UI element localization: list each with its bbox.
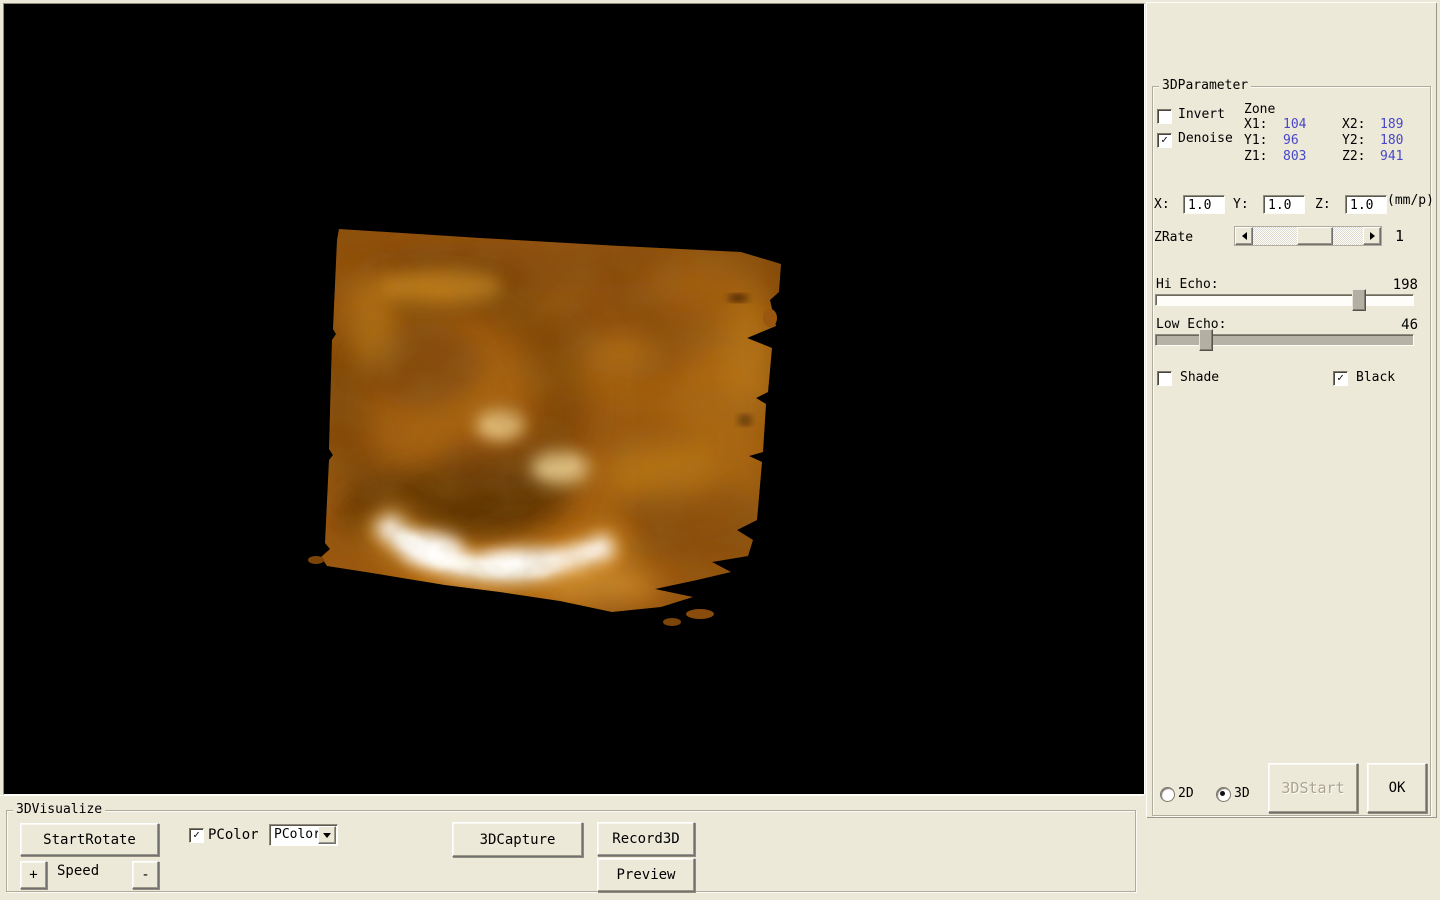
shade-label: Shade <box>1180 370 1220 385</box>
check-icon: ✓ <box>1161 133 1168 146</box>
check-icon: ✓ <box>1337 371 1344 384</box>
zone-z2-value: 941 <box>1380 149 1404 164</box>
speed-plus-button[interactable]: + <box>20 861 47 889</box>
zone-y1-label: Y1: <box>1244 133 1268 148</box>
zrate-value: 1 <box>1395 227 1405 245</box>
low-echo-slider-track[interactable] <box>1155 334 1414 346</box>
shade-checkbox[interactable] <box>1157 371 1172 386</box>
invert-checkbox[interactable] <box>1157 109 1172 124</box>
scale-z-input[interactable] <box>1345 195 1387 214</box>
low-echo-value: 46 <box>1401 317 1418 333</box>
preview-button[interactable]: Preview <box>597 858 695 892</box>
zone-x1-label: X1: <box>1244 117 1268 132</box>
black-checkbox[interactable]: ✓ <box>1333 371 1348 386</box>
zone-y1-value: 96 <box>1283 133 1299 148</box>
low-echo-label: Low Echo: <box>1156 317 1227 332</box>
zone-x1-value: 104 <box>1283 117 1307 132</box>
pcolor-combobox[interactable]: PColor <box>269 824 338 846</box>
3dcapture-button[interactable]: 3DCapture <box>452 822 583 857</box>
3dstart-button[interactable]: 3DStart <box>1268 763 1358 813</box>
mode-3d-radio[interactable] <box>1216 787 1231 802</box>
zone-z2-label: Z2: <box>1342 149 1366 164</box>
denoise-label: Denoise <box>1178 131 1233 146</box>
invert-label: Invert <box>1178 107 1225 122</box>
ok-button[interactable]: OK <box>1367 763 1427 813</box>
mode-2d-radio[interactable] <box>1160 787 1175 802</box>
speed-label: Speed <box>57 863 100 879</box>
zone-z1-label: Z1: <box>1244 149 1268 164</box>
zone-x2-value: 189 <box>1380 117 1404 132</box>
zrate-scrollbar[interactable] <box>1234 226 1382 246</box>
zone-y2-value: 180 <box>1380 133 1404 148</box>
scale-z-label: Z: <box>1315 197 1331 212</box>
scale-x-input[interactable] <box>1183 195 1225 214</box>
zone-y2-label: Y2: <box>1342 133 1366 148</box>
visualize-panel: 3DVisualize StartRotate ✓ PColor PColor … <box>0 795 1143 898</box>
scale-y-input[interactable] <box>1263 195 1305 214</box>
hi-echo-value: 198 <box>1392 277 1418 293</box>
hi-echo-slider-track[interactable] <box>1155 294 1414 306</box>
denoise-checkbox[interactable]: ✓ <box>1157 133 1172 148</box>
pcolor-check-label: PColor <box>208 827 259 843</box>
low-echo-slider-thumb[interactable] <box>1199 329 1213 351</box>
render-viewport[interactable] <box>3 3 1145 795</box>
zone-z1-value: 803 <box>1283 149 1307 164</box>
record3d-button[interactable]: Record3D <box>597 822 695 856</box>
mode-3d-label: 3D <box>1234 786 1250 801</box>
dropdown-arrow-icon[interactable] <box>318 826 336 844</box>
visualize-group-title: 3DVisualize <box>13 803 106 817</box>
hi-echo-slider-thumb[interactable] <box>1352 289 1366 311</box>
start-rotate-button[interactable]: StartRotate <box>20 823 159 856</box>
check-icon: ✓ <box>193 828 200 841</box>
speed-minus-button[interactable]: - <box>132 861 159 889</box>
scale-y-label: Y: <box>1233 197 1249 212</box>
parameter-group-title: 3DParameter <box>1159 79 1252 93</box>
black-label: Black <box>1356 370 1396 385</box>
scale-unit: (mm/p) <box>1387 193 1434 208</box>
zrate-label: ZRate <box>1154 230 1194 245</box>
pcolor-checkbox[interactable]: ✓ <box>189 828 204 843</box>
parameter-panel: 3DParameter Invert ✓ Denoise Zone X1: 10… <box>1146 2 1437 818</box>
hi-echo-label: Hi Echo: <box>1156 277 1219 292</box>
zone-title: Zone <box>1244 102 1276 117</box>
zrate-scroll-right-icon[interactable] <box>1363 227 1381 245</box>
zone-x2-label: X2: <box>1342 117 1366 132</box>
ultrasound-volume-render[interactable] <box>4 4 1144 794</box>
scale-x-label: X: <box>1154 197 1170 212</box>
zrate-scroll-left-icon[interactable] <box>1235 227 1253 245</box>
zrate-scrollbar-thumb[interactable] <box>1297 227 1333 245</box>
pcolor-combobox-value: PColor <box>274 827 321 842</box>
mode-2d-label: 2D <box>1178 786 1194 801</box>
